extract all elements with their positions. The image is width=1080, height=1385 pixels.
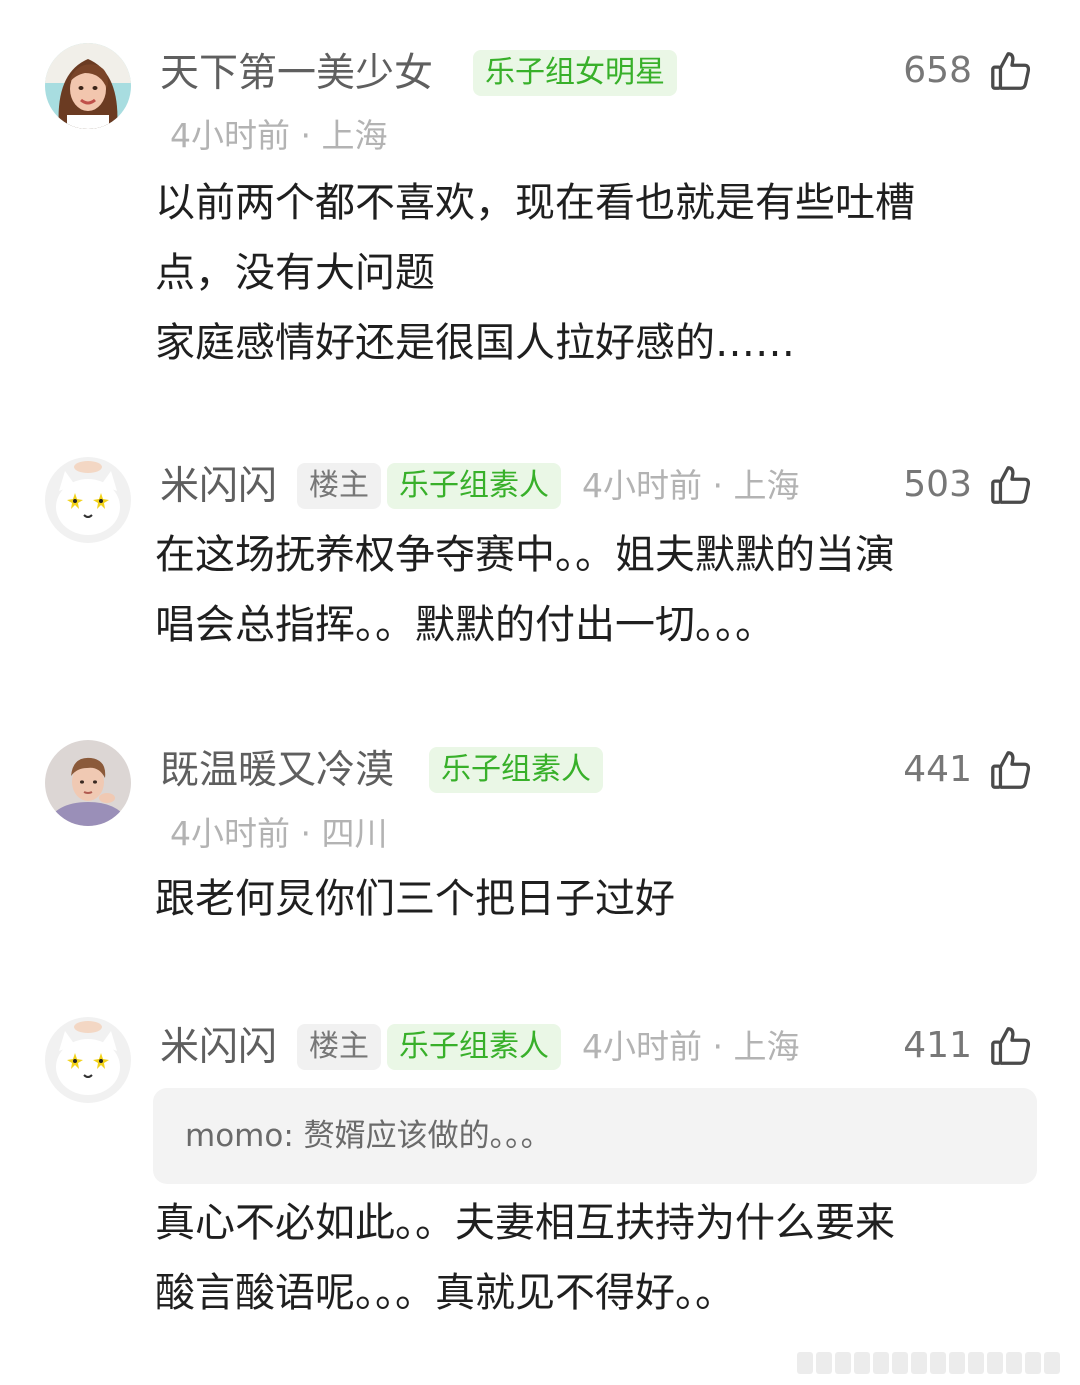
group-badge[interactable]: 乐子组素人 xyxy=(387,1024,561,1070)
username[interactable]: 天下第一美少女 xyxy=(160,54,433,93)
comment-meta: 4小时前 · 四川 xyxy=(170,814,388,853)
owner-badge: 楼主 xyxy=(297,1024,381,1070)
comment-text: 跟老何炅你们三个把日子过好 xyxy=(155,876,675,922)
owner-badge: 楼主 xyxy=(297,463,381,509)
thumbs-up-icon[interactable] xyxy=(988,48,1034,94)
comment-meta: 4小时前 · 上海 xyxy=(170,116,388,155)
like-button[interactable]: 411 xyxy=(903,1023,1034,1069)
like-button[interactable]: 441 xyxy=(903,747,1034,793)
username[interactable]: 米闪闪 xyxy=(160,467,277,506)
like-count: 503 xyxy=(903,464,972,505)
avatar[interactable] xyxy=(45,457,131,543)
like-count: 411 xyxy=(903,1025,972,1066)
avatar[interactable] xyxy=(45,1017,131,1103)
comment-text: 真心不必如此。。夫妻相互扶持为什么要来 酸言酸语呢。。。真就见不得好。。 xyxy=(155,1200,895,1316)
comment-meta: 4小时前 · 上海 xyxy=(582,466,800,505)
username[interactable]: 既温暖又冷漠 xyxy=(160,751,394,790)
like-count: 441 xyxy=(903,749,972,790)
comment-text: 在这场抚养权争夺赛中。。姐夫默默的当演 唱会总指挥。。默默的付出一切。。。 xyxy=(155,532,895,648)
quoted-reply[interactable]: momo: 赘婿应该做的。。。 xyxy=(153,1088,1037,1184)
like-button[interactable]: 503 xyxy=(903,462,1034,508)
scroll-indicator xyxy=(797,1352,1060,1374)
comment-meta: 4小时前 · 上海 xyxy=(582,1027,800,1066)
like-button[interactable]: 658 xyxy=(903,48,1034,94)
group-badge[interactable]: 乐子组素人 xyxy=(429,747,603,793)
like-count: 658 xyxy=(903,50,972,91)
thumbs-up-icon[interactable] xyxy=(988,747,1034,793)
username[interactable]: 米闪闪 xyxy=(160,1028,277,1067)
avatar[interactable] xyxy=(45,43,131,129)
thumbs-up-icon[interactable] xyxy=(988,462,1034,508)
thumbs-up-icon[interactable] xyxy=(988,1023,1034,1069)
group-badge[interactable]: 乐子组女明星 xyxy=(473,50,677,96)
group-badge[interactable]: 乐子组素人 xyxy=(387,463,561,509)
comment-text: 以前两个都不喜欢，现在看也就是有些吐槽 点，没有大问题 家庭感情好还是很国人拉好… xyxy=(155,180,915,366)
avatar[interactable] xyxy=(45,740,131,826)
